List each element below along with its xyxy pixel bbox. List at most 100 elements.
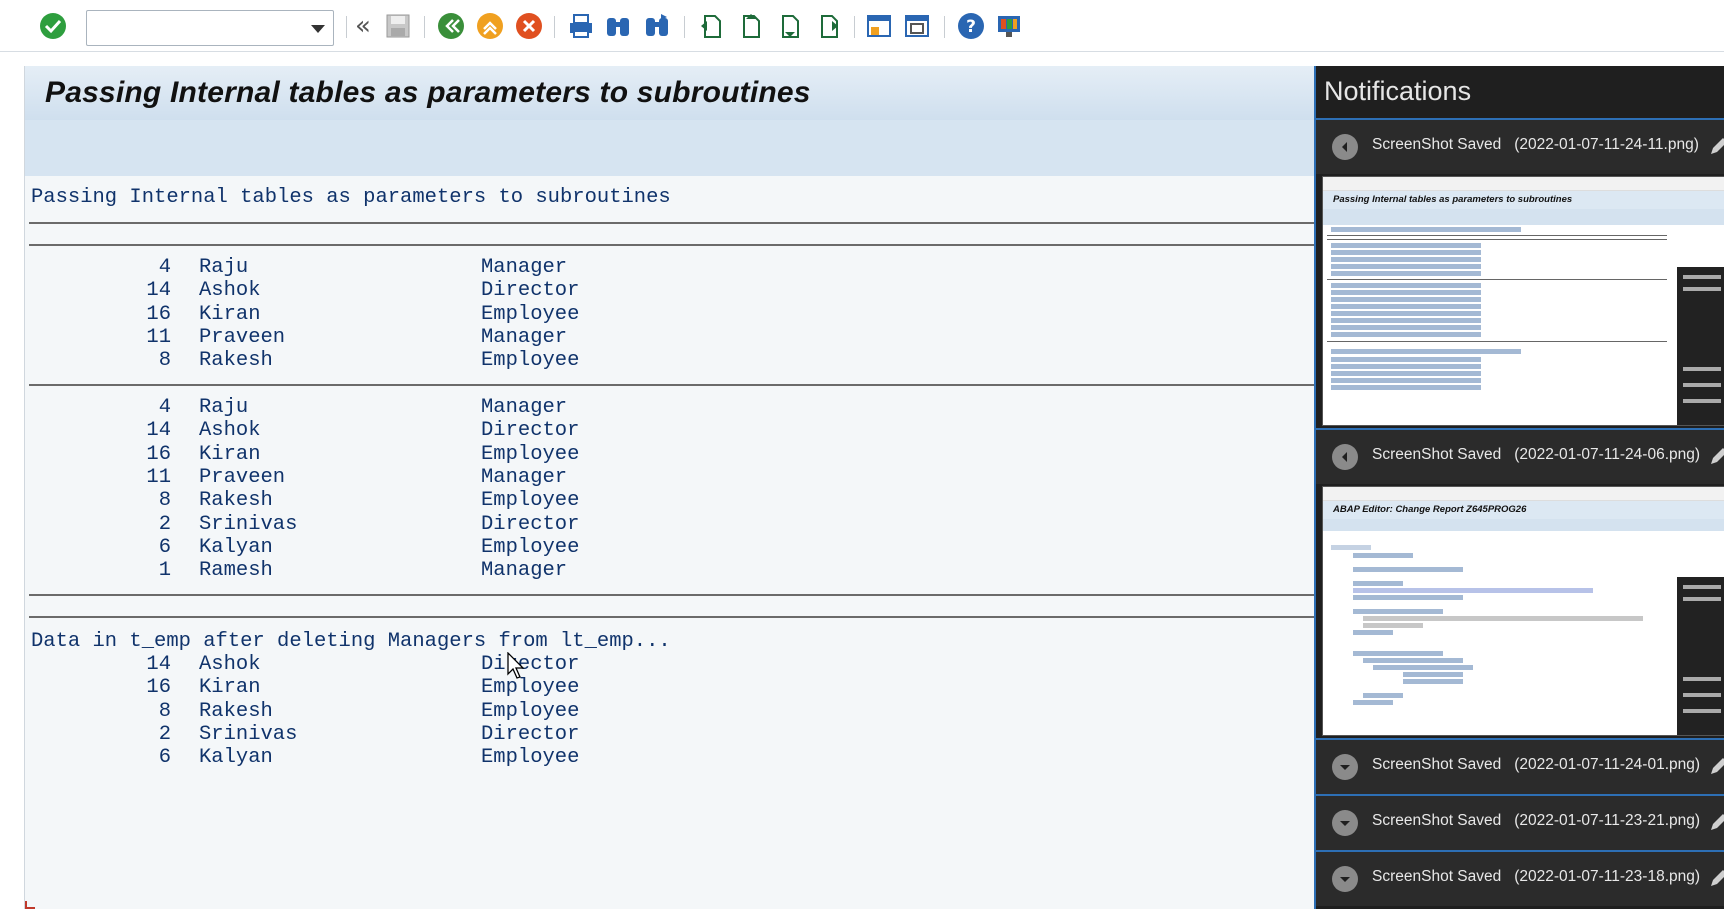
page-title: Passing Internal tables as parameters to…	[45, 76, 811, 109]
employee-name: Rakesh	[199, 699, 273, 723]
find-icon[interactable]	[603, 11, 633, 41]
notification-text: ScreenShot Saved (2022-01-07-11-24-11.pn…	[1372, 136, 1699, 153]
toolbar-separator	[554, 16, 555, 38]
employee-id: 8	[158, 349, 171, 373]
expand-icon[interactable]	[1332, 754, 1358, 780]
employee-role: Director	[481, 279, 580, 303]
svg-text:?: ?	[966, 17, 976, 37]
employee-id: 1	[158, 559, 171, 583]
notification-item[interactable]: ScreenShot Saved (2022-01-07-11-24-01.pn…	[1316, 738, 1724, 794]
employee-id: 6	[158, 535, 171, 559]
exit-icon[interactable]	[475, 11, 505, 41]
employee-name: Raju	[199, 256, 249, 279]
employee-role: Manager	[481, 559, 568, 583]
edit-pencil-icon[interactable]	[1708, 756, 1724, 778]
block3-heading: Data in t_emp after deleting Managers fr…	[31, 630, 671, 653]
find-next-icon[interactable]	[642, 11, 672, 41]
employee-name: Rakesh	[199, 349, 273, 373]
edit-pencil-icon[interactable]	[1708, 136, 1724, 158]
notification-item[interactable]: ScreenShot Saved (2022-01-07-11-24-11.pn…	[1316, 118, 1724, 174]
employee-name: Ashok	[199, 279, 261, 303]
employee-name: Srinivas	[199, 722, 298, 746]
employee-name: Praveen	[199, 465, 286, 489]
first-page-icon[interactable]	[696, 11, 726, 41]
employee-name: Raju	[199, 396, 249, 419]
create-session-icon[interactable]	[864, 11, 894, 41]
notification-item[interactable]: ScreenShot Saved (2022-01-07-11-24-06.pn…	[1316, 428, 1724, 484]
edit-pencil-icon[interactable]	[1708, 812, 1724, 834]
mouse-cursor-icon	[507, 652, 525, 679]
screenshot-thumbnail[interactable]: ABAP Editor: Change Report Z645PROG26	[1322, 486, 1724, 736]
help-icon[interactable]: ?	[956, 11, 986, 41]
notification-text: ScreenShot Saved (2022-01-07-11-23-21.pn…	[1372, 812, 1701, 829]
employee-id: 16	[146, 302, 171, 326]
employee-role: Manager	[481, 256, 568, 279]
notification-text: ScreenShot Saved (2022-01-07-11-23-18.pn…	[1372, 868, 1701, 885]
report-list: Passing Internal tables as parameters to…	[25, 176, 1315, 909]
employee-role: Manager	[481, 325, 568, 349]
employee-id: 6	[158, 746, 171, 770]
back-icon[interactable]	[436, 11, 466, 41]
screenshot-thumbnail[interactable]: Passing Internal tables as parameters to…	[1322, 176, 1724, 426]
edit-pencil-icon[interactable]	[1708, 868, 1724, 890]
notification-item[interactable]: ScreenShot Saved (2022-01-07-11-23-18.pn…	[1316, 850, 1724, 906]
notifications-title: Notifications	[1324, 76, 1472, 106]
employee-role: Director	[481, 419, 580, 443]
employee-name: Praveen	[199, 325, 286, 349]
notification-text: ScreenShot Saved (2022-01-07-11-24-01.pn…	[1372, 756, 1701, 773]
divider	[29, 594, 1315, 596]
employee-id: 11	[146, 465, 171, 489]
employee-id: 16	[146, 676, 171, 700]
next-page-icon[interactable]	[774, 11, 804, 41]
customize-layout-icon[interactable]	[994, 11, 1024, 41]
employee-name: Ashok	[199, 419, 261, 443]
employee-name: Kalyan	[199, 535, 273, 559]
command-field[interactable]	[86, 10, 334, 46]
sap-toolbar: « ?	[0, 0, 1724, 52]
expand-icon[interactable]	[1332, 866, 1358, 892]
employee-role: Director	[481, 722, 580, 746]
previous-page-icon[interactable]	[735, 11, 765, 41]
save-icon[interactable]	[383, 11, 413, 41]
employee-role: Employee	[481, 699, 580, 723]
thumbnail-title: ABAP Editor: Change Report Z645PROG26	[1323, 501, 1724, 519]
cancel-icon[interactable]	[514, 11, 544, 41]
enter-check-icon[interactable]	[38, 11, 68, 41]
back-double-icon[interactable]: «	[348, 11, 378, 41]
employee-id: 8	[158, 699, 171, 723]
print-icon[interactable]	[566, 11, 596, 41]
employee-name: Srinivas	[199, 512, 298, 536]
thumbnail-title: Passing Internal tables as parameters to…	[1323, 191, 1724, 209]
toolbar-separator	[424, 16, 425, 38]
employee-role: Employee	[481, 535, 580, 559]
collapse-icon[interactable]	[1332, 444, 1358, 470]
employee-name: Kiran	[199, 676, 261, 700]
employee-id: 16	[146, 442, 171, 466]
employee-id: 4	[158, 396, 171, 419]
employee-role: Manager	[481, 396, 568, 419]
last-page-icon[interactable]	[813, 11, 843, 41]
employee-role: Director	[481, 512, 580, 536]
report-window: Passing Internal tables as parameters to…	[24, 66, 1315, 909]
divider	[29, 616, 1315, 618]
chevron-down-icon[interactable]	[311, 25, 325, 33]
employee-id: 8	[158, 489, 171, 513]
divider	[29, 222, 1315, 224]
employee-name: Kiran	[199, 302, 261, 326]
employee-role: Employee	[481, 349, 580, 373]
notification-text: ScreenShot Saved (2022-01-07-11-24-06.pn…	[1372, 446, 1701, 463]
employee-id: 14	[146, 419, 171, 443]
employee-name: Rakesh	[199, 489, 273, 513]
report-heading: Passing Internal tables as parameters to…	[31, 186, 671, 209]
toolbar-separator	[684, 16, 685, 38]
collapse-icon[interactable]	[1332, 134, 1358, 160]
employee-id: 4	[158, 256, 171, 279]
employee-role: Employee	[481, 442, 580, 466]
shortcut-icon[interactable]	[902, 11, 932, 41]
employee-role: Employee	[481, 489, 580, 513]
expand-icon[interactable]	[1332, 810, 1358, 836]
toolbar-separator	[854, 16, 855, 38]
edit-pencil-icon[interactable]	[1708, 446, 1724, 468]
employee-id: 2	[158, 722, 171, 746]
notification-item[interactable]: ScreenShot Saved (2022-01-07-11-23-21.pn…	[1316, 794, 1724, 850]
